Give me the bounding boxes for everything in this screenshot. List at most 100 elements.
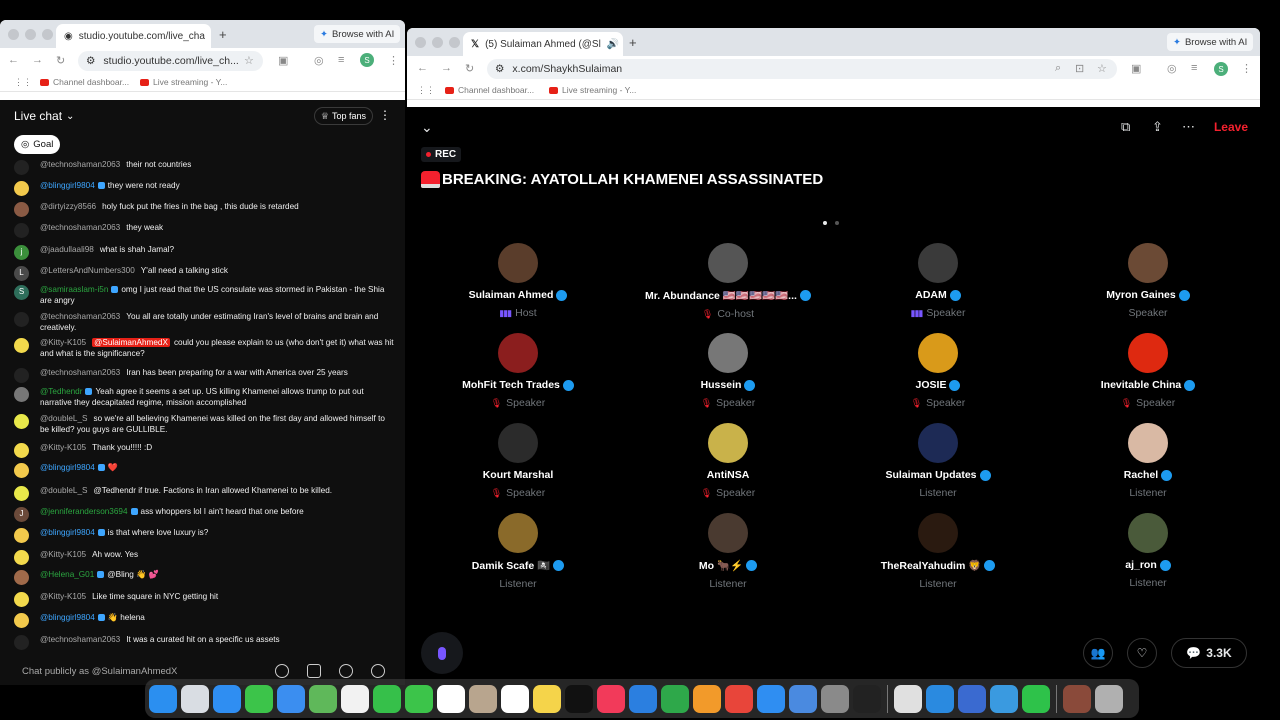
collapse-chevron-icon[interactable]: ⌄	[421, 119, 433, 136]
super-chat-icon[interactable]	[339, 664, 353, 678]
calendar-icon[interactable]	[437, 684, 465, 713]
page-indicator[interactable]	[823, 221, 839, 225]
avatar[interactable]	[708, 333, 748, 373]
maps-icon[interactable]	[309, 684, 337, 713]
address-bar[interactable]: ⚙ x.com/ShaykhSulaiman	[487, 59, 1117, 79]
chat-message[interactable]: @blinggirl9804 👋 helena	[14, 613, 394, 628]
goal-button[interactable]: ◎ Goal	[14, 135, 61, 154]
avatar[interactable]	[14, 463, 29, 478]
avatar[interactable]	[498, 423, 538, 463]
chat-message[interactable]: @technoshaman2063 It was a curated hit on…	[14, 635, 394, 650]
chevron-down-icon[interactable]: ⌄	[66, 111, 74, 122]
zoom-icon[interactable]: ⌕	[1055, 62, 1061, 75]
chat-author[interactable]: @technoshaman2063	[40, 223, 120, 232]
avatar[interactable]: L	[14, 266, 29, 281]
extension-icon[interactable]: ◎	[1167, 62, 1177, 75]
appletv-icon[interactable]	[565, 684, 593, 713]
forward-icon[interactable]: →	[32, 54, 43, 66]
avatar[interactable]	[14, 181, 29, 196]
chat-message[interactable]: S @samiraaslam-i5n omg I just read that th…	[14, 285, 394, 306]
participant-card[interactable]: Rachel Listener	[1043, 423, 1253, 499]
tab-youtube-studio[interactable]: ◉ studio.youtube.com/live_cha ✕	[56, 24, 211, 48]
chat-message[interactable]: @Kitty-K105 Thank you!!!!! :D	[14, 443, 394, 458]
chat-message[interactable]: @blinggirl9804 is that where love luxury …	[14, 528, 394, 543]
chat-author[interactable]: @blinggirl9804	[40, 463, 95, 472]
reading-list-icon[interactable]: ≡	[338, 54, 344, 66]
avatar[interactable]	[498, 513, 538, 553]
bookmark-live-streaming[interactable]: Live streaming - Y...	[140, 77, 227, 87]
profile-avatar[interactable]: S	[360, 53, 374, 67]
reminders-icon[interactable]	[501, 684, 529, 713]
whatsapp-icon[interactable]	[1022, 684, 1050, 713]
chat-author[interactable]: @doubleL_S	[40, 486, 87, 495]
chat-author[interactable]: @dirtyizzy8566	[40, 202, 96, 211]
music-icon[interactable]	[597, 684, 625, 713]
rocket-icon[interactable]	[725, 684, 753, 713]
chat-author[interactable]: @Helena_G01	[40, 570, 94, 579]
chat-author[interactable]: @technoshaman2063	[40, 160, 120, 169]
avatar[interactable]	[14, 160, 29, 175]
browse-with-ai-button[interactable]: ✦ Browse with AI	[1167, 33, 1254, 51]
messages-icon[interactable]	[245, 684, 273, 713]
avatar[interactable]	[14, 486, 29, 501]
extension-icon[interactable]: ▣	[278, 54, 288, 67]
chat-message[interactable]: @Helena_G01 @Bling 👋 💕	[14, 570, 394, 585]
menu-kebab-icon[interactable]: ⋮	[388, 54, 399, 67]
edge-icon[interactable]	[926, 684, 954, 713]
more-icon[interactable]: ⋯	[1182, 119, 1195, 135]
chat-author[interactable]: @Kitty-K105	[40, 443, 86, 452]
avatar[interactable]	[498, 333, 538, 373]
launchpad-icon[interactable]	[181, 684, 209, 713]
avatar[interactable]	[14, 528, 29, 543]
chat-author[interactable]: @technoshaman2063	[40, 635, 120, 644]
top-fans-button[interactable]: ♕ Top fans	[313, 107, 373, 125]
safari-icon[interactable]	[213, 684, 241, 713]
facetime-icon[interactable]	[373, 684, 401, 713]
reading-list-icon[interactable]: ≡	[1191, 62, 1197, 74]
avatar[interactable]	[14, 223, 29, 238]
bookmark-live-streaming[interactable]: Live streaming - Y...	[549, 85, 636, 95]
heart-icon[interactable]	[371, 664, 385, 678]
tab-x-profile[interactable]: 𝕏 (5) Sulaiman Ahmed (@Sl 🔊 ✕	[463, 32, 623, 56]
live-chat-title[interactable]: Live chat	[14, 109, 62, 123]
chat-message[interactable]: j @jaadullaali98 what is shah Jamal?	[14, 245, 394, 260]
avatar[interactable]	[918, 333, 958, 373]
chat-message[interactable]: @Kitty-K105 Like time square in NYC getti…	[14, 592, 394, 607]
address-bar[interactable]: ⚙ studio.youtube.com/live_ch...	[78, 51, 263, 71]
avatar[interactable]	[14, 592, 29, 607]
participant-card[interactable]: Kourt Marshal 🎙 Speaker	[413, 423, 623, 499]
avatar[interactable]	[14, 443, 29, 458]
install-app-icon[interactable]: ⊡	[1075, 62, 1084, 75]
avatar[interactable]	[708, 423, 748, 463]
sticker-icon[interactable]	[307, 664, 321, 678]
trash-icon[interactable]	[1095, 684, 1123, 713]
avatar[interactable]	[14, 414, 29, 429]
participant-card[interactable]: Sulaiman Updates Listener	[833, 423, 1043, 499]
phone-icon[interactable]	[405, 684, 433, 713]
participant-card[interactable]: Hussein 🎙 Speaker	[623, 333, 833, 409]
bookmark-star-icon[interactable]: ☆	[244, 54, 254, 67]
bookmark-channel-dashboard[interactable]: Channel dashboar...	[445, 85, 534, 95]
avatar[interactable]	[14, 338, 29, 353]
chat-author[interactable]: @jenniferanderson3694	[40, 507, 128, 516]
minimize-dock-icon[interactable]: ⧉	[1121, 119, 1130, 135]
contacts-icon[interactable]	[469, 684, 497, 713]
participant-card[interactable]: AntiNSA 🎙 Speaker	[623, 423, 833, 499]
participant-card[interactable]: Mo 🐂⚡ Listener	[623, 513, 833, 590]
photos-icon[interactable]	[341, 684, 369, 713]
chat-author[interactable]: @doubleL_S	[40, 414, 87, 423]
window-controls[interactable]	[415, 37, 460, 48]
emoji-icon[interactable]	[275, 664, 289, 678]
participant-card[interactable]: aj_ron Listener	[1043, 513, 1253, 589]
participant-card[interactable]: MohFit Tech Trades 🎙 Speaker	[413, 333, 623, 409]
reload-icon[interactable]: ↻	[465, 62, 474, 75]
share-icon[interactable]: ⇪	[1152, 119, 1163, 135]
speaker-audio-icon[interactable]: 🔊	[607, 39, 619, 50]
new-tab-icon[interactable]: +	[219, 27, 227, 42]
settings-icon[interactable]	[821, 684, 849, 713]
window-controls[interactable]	[8, 29, 53, 40]
participant-card[interactable]: ADAM ▮▮▮ Speaker	[833, 243, 1043, 319]
apps-grid-icon[interactable]: ⋮⋮	[417, 85, 435, 96]
chat-author[interactable]: @jaadullaali98	[40, 245, 94, 254]
avatar[interactable]	[708, 513, 748, 553]
